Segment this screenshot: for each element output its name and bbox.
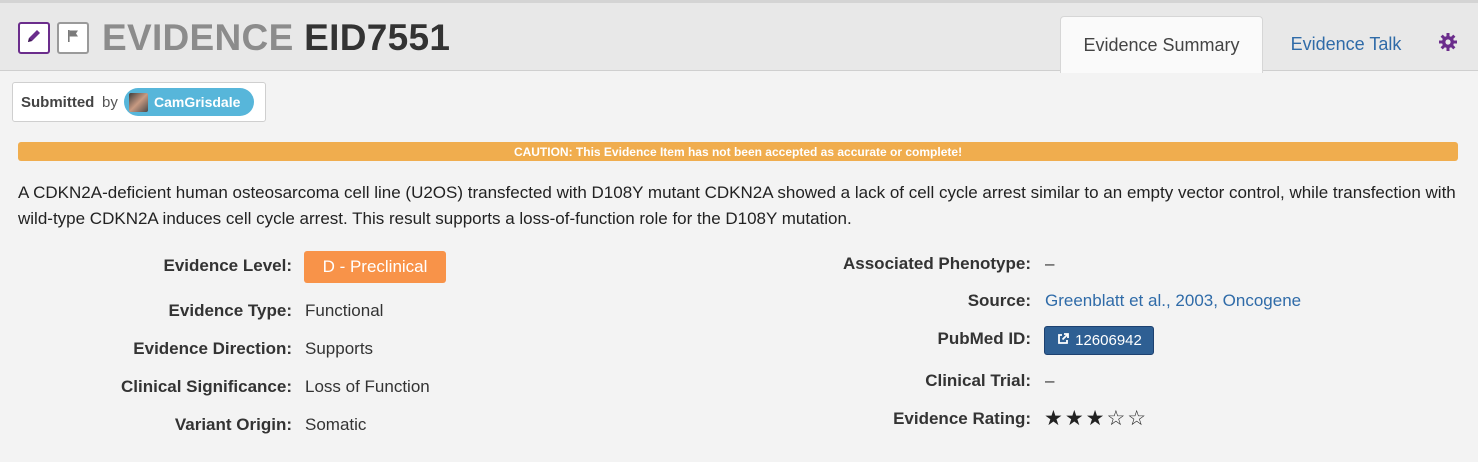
- evidence-level-badge: D - Preclinical: [304, 251, 446, 283]
- edit-button[interactable]: [18, 22, 50, 54]
- caution-banner: CAUTION: This Evidence Item has not been…: [18, 142, 1458, 161]
- clinical-significance-label: Clinical Significance:: [121, 377, 292, 396]
- evidence-id: EID7551: [304, 17, 451, 58]
- pubmed-id-value: 12606942: [1075, 332, 1142, 349]
- gear-icon[interactable]: [1436, 30, 1460, 54]
- by-label: by: [102, 94, 118, 111]
- clinical-trial-label: Clinical Trial:: [925, 371, 1031, 390]
- external-link-icon: [1056, 332, 1070, 350]
- evidence-description: A CDKN2A-deficient human osteosarcoma ce…: [18, 183, 1456, 228]
- evidence-rating-stars: ★★★☆☆: [1044, 407, 1149, 430]
- pubmed-id-label: PubMed ID:: [937, 329, 1032, 348]
- associated-phenotype-value: –: [1045, 254, 1055, 273]
- tab-evidence-talk[interactable]: Evidence Talk: [1271, 16, 1421, 72]
- avatar: [129, 92, 148, 112]
- pencil-icon: [25, 27, 43, 50]
- page-title: EVIDENCE EID7551: [102, 16, 450, 60]
- variant-origin-label: Variant Origin:: [174, 415, 292, 434]
- evidence-rating-label: Evidence Rating:: [893, 409, 1031, 428]
- evidence-level-label: Evidence Level:: [163, 256, 292, 275]
- clinical-trial-value: –: [1045, 371, 1055, 390]
- tab-evidence-summary[interactable]: Evidence Summary: [1060, 16, 1263, 73]
- clinical-significance-value: Loss of Function: [305, 377, 430, 396]
- submitted-by-box: Submitted by CamGrisdale: [12, 82, 266, 122]
- flag-icon: [65, 28, 81, 49]
- user-badge[interactable]: CamGrisdale: [124, 88, 255, 116]
- evidence-type-label: Evidence Type:: [168, 301, 292, 320]
- evidence-direction-label: Evidence Direction:: [133, 339, 292, 358]
- title-prefix: EVIDENCE: [102, 17, 294, 58]
- evidence-type-value: Functional: [305, 301, 384, 320]
- evidence-direction-value: Supports: [305, 339, 374, 358]
- variant-origin-value: Somatic: [305, 415, 367, 434]
- submitted-label: Submitted: [21, 94, 95, 111]
- source-label: Source:: [967, 291, 1031, 310]
- pubmed-link-button[interactable]: 12606942: [1044, 326, 1154, 355]
- source-link[interactable]: Greenblatt et al., 2003, Oncogene: [1045, 291, 1301, 311]
- page-header: EVIDENCE EID7551 Evidence Summary Eviden…: [0, 3, 1478, 73]
- user-name: CamGrisdale: [154, 94, 241, 110]
- flag-button[interactable]: [57, 22, 89, 54]
- associated-phenotype-label: Associated Phenotype:: [843, 254, 1031, 273]
